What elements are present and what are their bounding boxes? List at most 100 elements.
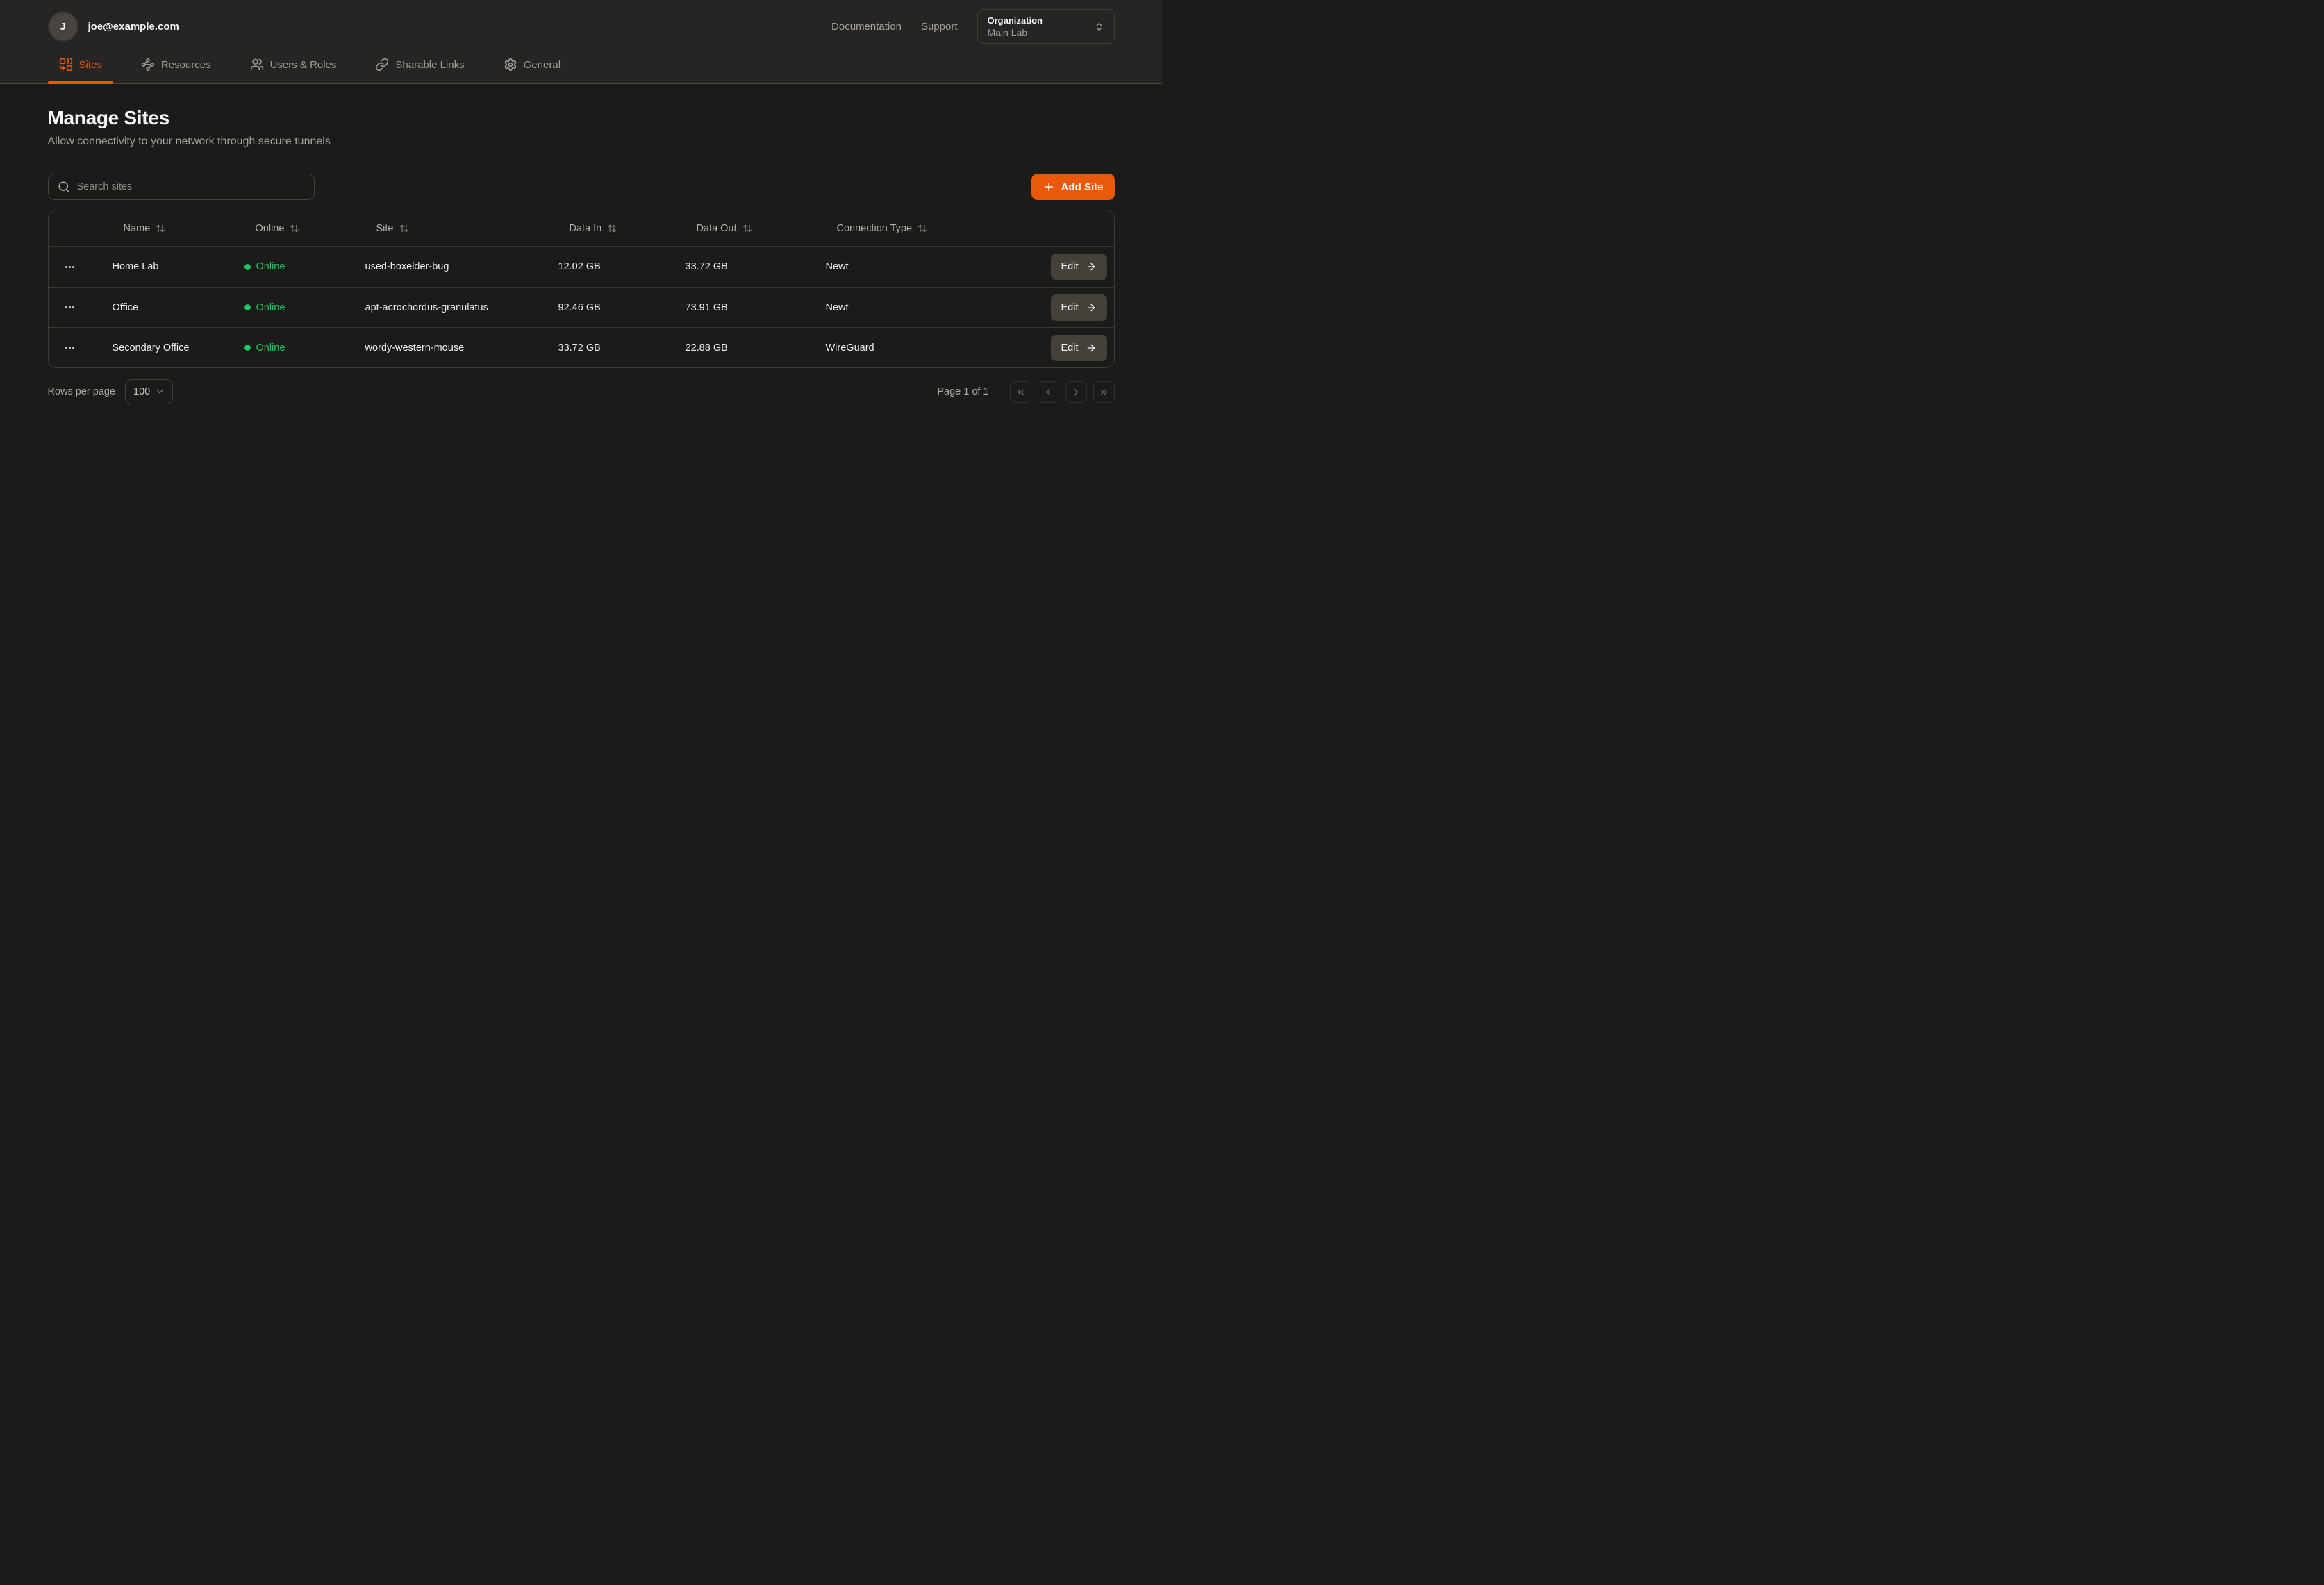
tab-users-roles[interactable]: Users & Roles	[239, 46, 348, 83]
tab-sites-label: Sites	[79, 59, 102, 71]
next-page-button[interactable]	[1065, 381, 1087, 403]
search-input[interactable]	[77, 181, 305, 192]
user-menu[interactable]: J joe@example.com	[48, 11, 179, 42]
online-status-text: Online	[256, 342, 285, 354]
avatar[interactable]: J	[48, 11, 78, 42]
ellipsis-icon	[64, 261, 76, 273]
tab-general[interactable]: General	[492, 46, 572, 83]
edit-button-label: Edit	[1061, 302, 1079, 313]
edit-button[interactable]: Edit	[1051, 335, 1107, 361]
org-selector-label: Organization	[988, 15, 1076, 26]
last-page-button[interactable]	[1093, 381, 1115, 403]
tab-resources-label: Resources	[161, 59, 211, 71]
first-page-button[interactable]	[1010, 381, 1031, 403]
rows-per-page-label: Rows per page	[48, 386, 116, 397]
table-row: Office Online apt-acrochordus-granulatus…	[49, 287, 1114, 327]
column-header-data-in-label: Data In	[570, 223, 602, 234]
toolbar: Add Site	[48, 174, 1115, 200]
edit-button[interactable]: Edit	[1051, 294, 1107, 321]
sort-icon	[742, 224, 752, 233]
cell-data-out: 33.72 GB	[677, 261, 817, 272]
arrow-right-icon	[1086, 302, 1097, 313]
tab-general-label: General	[524, 59, 561, 71]
arrow-right-icon	[1086, 342, 1097, 354]
link-icon	[375, 58, 389, 72]
gear-icon	[504, 58, 517, 72]
org-selector-value: Main Lab	[988, 27, 1076, 38]
column-header-name-label: Name	[124, 223, 151, 234]
cell-data-in: 33.72 GB	[550, 342, 677, 354]
sort-icon	[918, 224, 927, 233]
row-actions-cell	[49, 299, 104, 316]
pager: Page 1 of 1	[937, 381, 1114, 403]
app-root: J joe@example.com Documentation Support …	[0, 0, 1162, 404]
chevron-down-icon	[155, 387, 165, 397]
cell-connection-type: WireGuard	[817, 342, 965, 354]
table-row: Secondary Office Online wordy-western-mo…	[49, 327, 1114, 367]
cell-data-in: 12.02 GB	[550, 261, 677, 272]
avatar-initial: J	[60, 21, 65, 33]
tab-resources[interactable]: Resources	[130, 46, 222, 83]
documentation-link[interactable]: Documentation	[831, 21, 902, 33]
column-header-connection-type[interactable]: Connection Type	[817, 223, 965, 234]
table-header-row: Name Online Site Data In Data Out	[49, 210, 1114, 247]
online-status-text: Online	[256, 261, 285, 272]
sort-icon	[156, 224, 165, 233]
online-status-dot	[244, 345, 251, 351]
plus-icon	[1043, 181, 1055, 193]
page-title: Manage Sites	[48, 107, 1115, 129]
org-selector[interactable]: Organization Main Lab	[977, 9, 1115, 44]
add-site-button[interactable]: Add Site	[1031, 174, 1115, 200]
sites-table: Name Online Site Data In Data Out	[48, 210, 1115, 368]
cell-name: Home Lab	[104, 261, 236, 272]
row-menu-button[interactable]	[61, 299, 78, 316]
row-actions-cell	[49, 339, 104, 356]
chevrons-left-icon	[1015, 387, 1026, 397]
waypoints-icon	[141, 58, 155, 72]
cell-data-out: 73.91 GB	[677, 302, 817, 313]
row-menu-button[interactable]	[61, 339, 78, 356]
sort-icon	[399, 224, 409, 233]
cell-data-in: 92.46 GB	[550, 302, 677, 313]
cell-name: Secondary Office	[104, 342, 236, 354]
column-header-data-out[interactable]: Data Out	[677, 223, 817, 234]
edit-button-label: Edit	[1061, 261, 1079, 272]
row-menu-button[interactable]	[61, 258, 78, 276]
rows-per-page-select[interactable]: 100	[125, 379, 173, 404]
column-header-site[interactable]: Site	[357, 223, 550, 234]
cell-edit: Edit	[965, 254, 1114, 280]
header: J joe@example.com Documentation Support …	[0, 0, 1162, 84]
cell-site: wordy-western-mouse	[357, 342, 550, 354]
online-status-dot	[244, 264, 251, 270]
chevrons-right-icon	[1099, 387, 1109, 397]
search-icon	[58, 181, 70, 193]
users-icon	[250, 58, 264, 72]
previous-page-button[interactable]	[1038, 381, 1059, 403]
rows-per-page: Rows per page 100	[48, 379, 174, 404]
tab-sharable-links[interactable]: Sharable Links	[364, 46, 475, 83]
cell-edit: Edit	[965, 335, 1114, 361]
column-header-data-in[interactable]: Data In	[550, 223, 677, 234]
tab-sharable-links-label: Sharable Links	[395, 59, 464, 71]
chevrons-up-down-icon	[1094, 22, 1104, 32]
add-site-label: Add Site	[1061, 181, 1104, 193]
topbar-links: Documentation Support Organization Main …	[831, 9, 1114, 44]
page-subtitle: Allow connectivity to your network throu…	[48, 135, 1115, 148]
cell-online: Online	[236, 342, 357, 354]
ellipsis-icon	[64, 301, 76, 313]
support-link[interactable]: Support	[921, 21, 958, 33]
cell-site: used-boxelder-bug	[357, 261, 550, 272]
ellipsis-icon	[64, 342, 76, 354]
column-header-data-out-label: Data Out	[697, 223, 737, 234]
main-content: Manage Sites Allow connectivity to your …	[48, 84, 1115, 404]
cell-connection-type: Newt	[817, 261, 965, 272]
table-footer: Rows per page 100 Page 1 of 1	[48, 379, 1115, 404]
online-status-dot	[244, 304, 251, 310]
edit-button[interactable]: Edit	[1051, 254, 1107, 280]
column-header-online[interactable]: Online	[236, 223, 357, 234]
cell-site: apt-acrochordus-granulatus	[357, 302, 550, 313]
column-header-name[interactable]: Name	[104, 223, 236, 234]
combine-icon	[59, 58, 73, 72]
column-header-online-label: Online	[256, 223, 285, 234]
tab-sites[interactable]: Sites	[48, 46, 113, 83]
